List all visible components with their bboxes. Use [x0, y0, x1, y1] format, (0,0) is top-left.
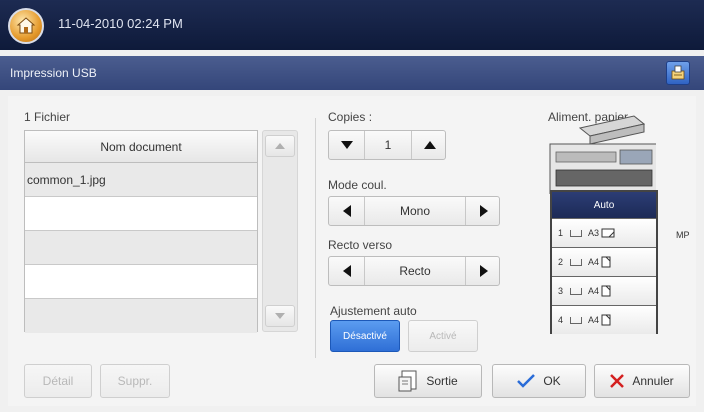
triangle-up-icon [423, 141, 436, 149]
tray-number: 2 [558, 257, 564, 267]
auto-fit-on-button[interactable]: Activé [408, 320, 478, 352]
file-list: Nom document common_1.jpg [24, 130, 258, 333]
tray-icon [570, 229, 582, 237]
title-bar: Impression USB [0, 56, 704, 90]
top-bar: 11-04-2010 02:24 PM [0, 0, 704, 50]
printer-illustration [540, 114, 659, 195]
duplex-next-button[interactable] [465, 257, 501, 285]
paper-portrait-icon [601, 256, 611, 268]
copies-value: 1 [384, 138, 392, 152]
file-list-row[interactable] [25, 299, 257, 333]
duplex-value: Recto [399, 264, 431, 278]
checkmark-icon [517, 374, 536, 388]
tray-icon [570, 258, 582, 266]
job-status-button[interactable] [666, 61, 690, 85]
cancel-button-label: Annuler [632, 374, 674, 388]
divider [315, 118, 316, 358]
close-icon [610, 374, 625, 388]
cancel-button[interactable]: Annuler [594, 364, 690, 398]
tray-size: A4 [588, 286, 600, 296]
tray-number: 3 [558, 286, 564, 296]
color-mode-next-button[interactable] [465, 197, 501, 225]
delete-button[interactable]: Suppr. [100, 364, 170, 398]
scroll-up-button[interactable] [265, 135, 295, 157]
exit-button-label: Sortie [426, 374, 458, 388]
color-mode-prev-button[interactable] [329, 197, 365, 225]
ok-button-label: OK [543, 374, 561, 388]
file-list-row[interactable] [25, 197, 257, 231]
tray-size: A3 [588, 228, 600, 238]
paper-landscape-icon [601, 228, 615, 238]
duplex-selector: Recto [328, 256, 500, 286]
triangle-right-icon [479, 265, 488, 277]
file-list-row[interactable]: common_1.jpg [25, 163, 257, 197]
auto-fit-off-button[interactable]: Désactivé [330, 320, 400, 352]
duplex-prev-button[interactable] [329, 257, 365, 285]
triangle-left-icon [342, 265, 351, 277]
file-count-label: 1 Fichier [24, 110, 71, 124]
arrow-down-icon [275, 313, 285, 319]
page-title: Impression USB [10, 66, 97, 80]
triangle-left-icon [342, 205, 351, 217]
tray-icon [570, 316, 582, 324]
file-list-scrollbar[interactable] [262, 130, 298, 332]
printer-job-icon [671, 65, 685, 80]
copies-stepper: 1 [328, 130, 446, 160]
tray-icon [570, 287, 582, 295]
file-list-row[interactable] [25, 231, 257, 265]
main-panel: 1 Fichier Nom document common_1.jpg Copi… [8, 96, 696, 406]
paper-portrait-icon [601, 285, 611, 297]
tray-2-button[interactable]: 2 A4 [552, 247, 656, 276]
triangle-right-icon [479, 205, 488, 217]
file-list-row[interactable] [25, 265, 257, 299]
tray-3-button[interactable]: 3 A4 [552, 276, 656, 305]
mp-tray-label[interactable]: MP [676, 230, 690, 240]
printer-machine-icon [549, 115, 659, 195]
triangle-down-icon [340, 141, 353, 149]
tray-auto-button[interactable]: Auto [552, 192, 656, 218]
arrow-up-icon [275, 143, 285, 149]
scroll-down-button[interactable] [265, 305, 295, 327]
paper-portrait-icon [601, 314, 611, 326]
ok-button[interactable]: OK [492, 364, 586, 398]
tray-1-button[interactable]: 1 A3 [552, 218, 656, 247]
copies-label: Copies : [328, 110, 373, 124]
color-mode-selector: Mono [328, 196, 500, 226]
copies-decrease-button[interactable] [329, 131, 365, 159]
tray-4-button[interactable]: 4 A4 [552, 305, 656, 334]
copies-increase-button[interactable] [411, 131, 447, 159]
auto-fit-label: Ajustement auto [330, 304, 417, 318]
exit-button[interactable]: Sortie [374, 364, 482, 398]
home-icon [16, 17, 36, 34]
tray-number: 4 [558, 315, 564, 325]
column-header-document-name[interactable]: Nom document [25, 131, 257, 163]
detail-button[interactable]: Détail [24, 364, 92, 398]
home-button[interactable] [8, 8, 44, 44]
duplex-label: Recto verso [328, 238, 393, 252]
color-mode-label: Mode coul. [328, 178, 387, 192]
paper-tray-selector: Auto 1 A3 2 A4 3 A4 4 A4 [550, 190, 658, 334]
color-mode-value: Mono [399, 204, 431, 218]
tray-size: A4 [588, 315, 600, 325]
tray-number: 1 [558, 228, 564, 238]
exit-document-icon [398, 370, 417, 392]
tray-size: A4 [588, 257, 600, 267]
date-time: 11-04-2010 02:24 PM [58, 16, 183, 31]
